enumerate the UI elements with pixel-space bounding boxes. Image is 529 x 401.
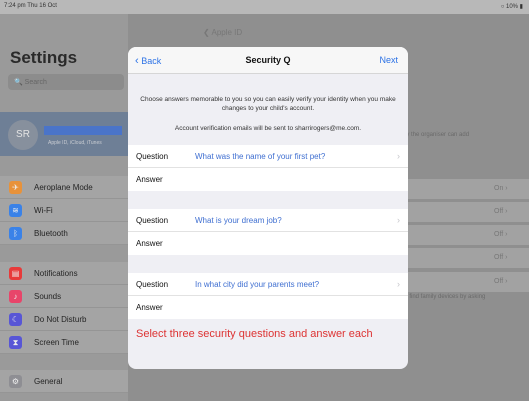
settings-sidebar: Settings 🔍 Search SR Apple ID, iCloud, i… (0, 14, 190, 401)
answer-label: Answer (136, 239, 163, 248)
back-label: Back (141, 56, 162, 66)
hourglass-icon: ⧗ (9, 336, 22, 349)
instructions-text: Choose answers memorable to you so you c… (140, 96, 396, 112)
sidebar-item-notifications[interactable]: ▤ Notifications (0, 262, 128, 285)
detail-row[interactable]: Off › (408, 225, 529, 245)
security-questions-sheet: ‹ Back Security Q Next Choose answers me… (128, 47, 408, 369)
back-button[interactable]: ‹ Back (135, 55, 161, 67)
sidebar-item-label: Screen Time (34, 338, 79, 347)
instruction-caption: Select three security questions and answ… (136, 328, 373, 340)
sidebar-item-label: Notifications (34, 269, 78, 278)
sidebar-item-sounds[interactable]: ♪ Sounds (0, 285, 128, 308)
answer-input[interactable] (195, 235, 395, 252)
sidebar-group-connectivity: ✈ Aeroplane Mode ≋ Wi-Fi ᛒ Bluetooth (0, 176, 128, 245)
sidebar-group-notifications: ▤ Notifications ♪ Sounds ☾ Do Not Distur… (0, 262, 128, 354)
chevron-right-icon: › (397, 279, 400, 289)
answer-label: Answer (136, 303, 163, 312)
answer-label: Answer (136, 175, 163, 184)
chevron-left-icon: ‹ (135, 55, 139, 67)
question-row[interactable]: Question What is your dream job? › (128, 209, 408, 232)
answer-input[interactable] (195, 299, 395, 316)
sidebar-item-label: Wi-Fi (34, 206, 53, 215)
sounds-icon: ♪ (9, 290, 22, 303)
sidebar-item-label: General (34, 377, 63, 386)
question-label: Question (136, 152, 169, 161)
notifications-icon: ▤ (9, 267, 22, 280)
sidebar-item-label: Sounds (34, 292, 62, 301)
question-block-1: Question What was the name of your first… (128, 145, 408, 191)
chevron-right-icon: › (397, 151, 400, 161)
chevron-right-icon: › (397, 215, 400, 225)
sidebar-item-general[interactable]: ⚙ General 1 (0, 370, 190, 393)
modal-title: Security Q (245, 55, 291, 65)
question-block-3: Question In what city did your parents m… (128, 273, 408, 319)
sidebar-item-do-not-disturb[interactable]: ☾ Do Not Disturb (0, 308, 128, 331)
next-button[interactable]: Next (379, 55, 398, 65)
detail-back-button[interactable]: ❮ Apple ID (203, 28, 242, 37)
question-value[interactable]: In what city did your parents meet? (195, 280, 319, 289)
detail-row[interactable]: Off › (408, 202, 529, 222)
status-time: 7:24 pm Thu 16 Oct (4, 3, 57, 9)
modal-nav-bar: ‹ Back Security Q Next (128, 47, 408, 74)
sidebar-group-general: ⚙ General 1 (0, 370, 190, 393)
bluetooth-icon: ᛒ (9, 227, 22, 240)
settings-title: Settings (10, 48, 78, 67)
profile-subtitle: Apple ID, iCloud, iTunes (48, 140, 102, 146)
answer-row: Answer (128, 296, 408, 319)
question-label: Question (136, 216, 169, 225)
moon-icon: ☾ (9, 313, 22, 326)
question-row[interactable]: Question What was the name of your first… (128, 145, 408, 168)
sidebar-item-label: Aeroplane Mode (34, 183, 93, 192)
wifi-icon: ≋ (9, 204, 22, 217)
question-label: Question (136, 280, 169, 289)
gear-icon: ⚙ (9, 375, 22, 388)
profile-name-redacted (44, 126, 122, 135)
detail-note: s, find family devices by asking (403, 294, 486, 300)
status-battery: ○ 10% ▮ (500, 4, 523, 10)
sidebar-item-label: Bluetooth (34, 229, 68, 238)
detail-row[interactable]: Off › (408, 248, 529, 268)
answer-row: Answer (128, 168, 408, 191)
question-value[interactable]: What was the name of your first pet? (195, 152, 325, 161)
detail-row[interactable]: On › (408, 179, 529, 199)
verification-note: Account verification emails will be sent… (174, 125, 362, 132)
answer-row: Answer (128, 232, 408, 255)
profile-row[interactable]: SR Apple ID, iCloud, iTunes (0, 112, 128, 156)
question-row[interactable]: Question In what city did your parents m… (128, 273, 408, 296)
avatar: SR (8, 120, 38, 150)
answer-input[interactable] (195, 171, 395, 188)
airplane-icon: ✈ (9, 181, 22, 194)
sidebar-item-aeroplane-mode[interactable]: ✈ Aeroplane Mode (0, 176, 128, 199)
search-field[interactable]: 🔍 Search (8, 74, 124, 90)
sidebar-item-label: Do Not Disturb (34, 315, 87, 324)
detail-note: ay the organiser can add (403, 132, 470, 138)
sidebar-item-bluetooth[interactable]: ᛒ Bluetooth (0, 222, 128, 245)
question-block-2: Question What is your dream job? › Answe… (128, 209, 408, 255)
status-bar: 7:24 pm Thu 16 Oct ○ 10% ▮ (0, 0, 529, 14)
question-value[interactable]: What is your dream job? (195, 216, 282, 225)
sidebar-item-wifi[interactable]: ≋ Wi-Fi (0, 199, 128, 222)
detail-row[interactable]: Off › (408, 272, 529, 292)
sidebar-item-screen-time[interactable]: ⧗ Screen Time (0, 331, 128, 354)
